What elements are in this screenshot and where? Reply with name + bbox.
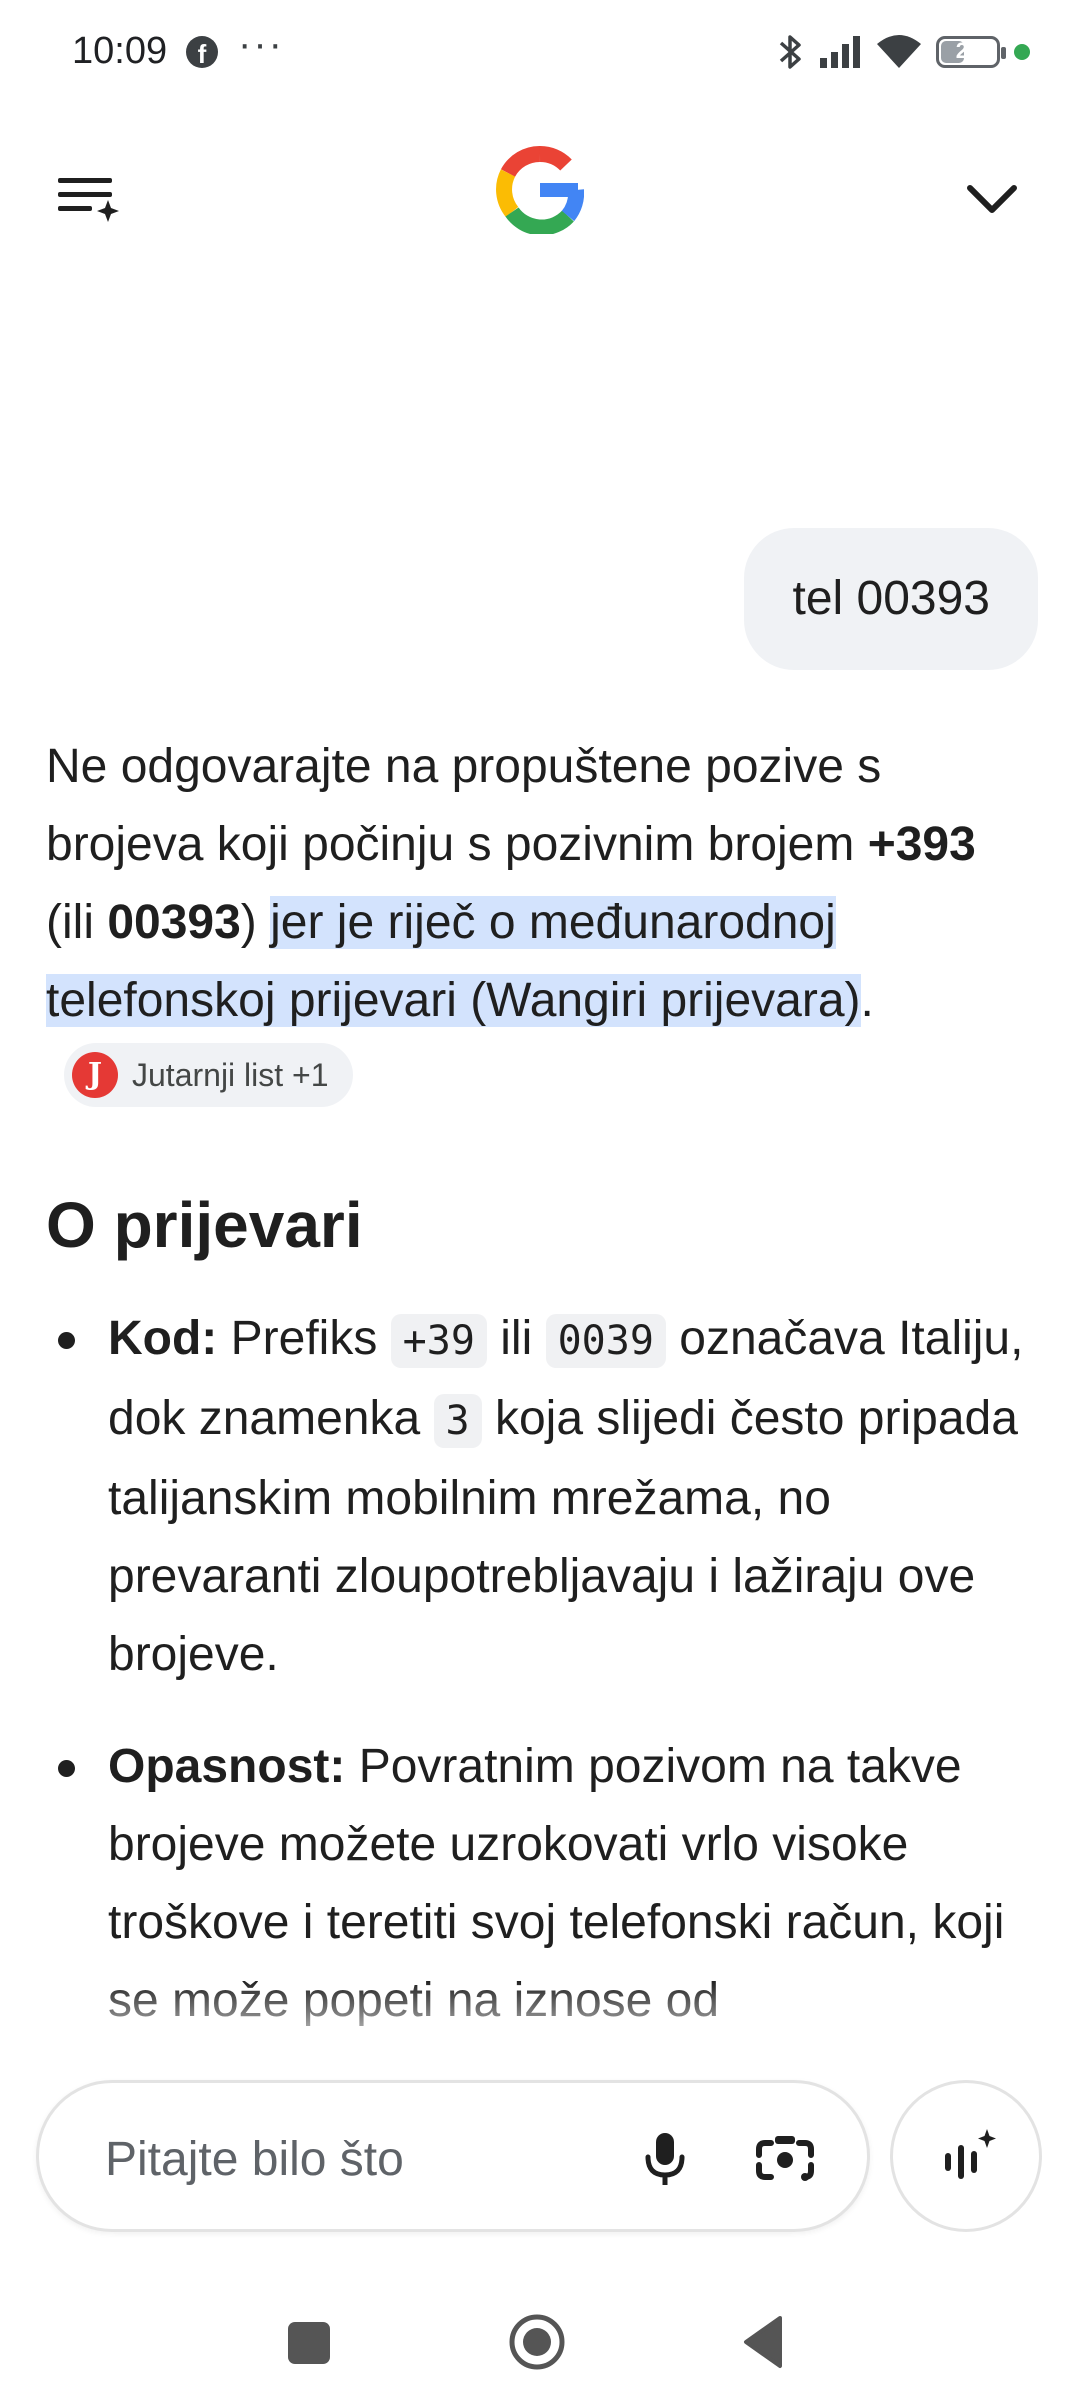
answer-bold-prefix: 00393 <box>107 896 241 949</box>
answer-text: Ne odgovarajte na propuštene pozive s br… <box>46 740 882 871</box>
recents-button[interactable] <box>288 2322 330 2364</box>
status-icons: 20 <box>778 30 1030 74</box>
signal-icon <box>820 36 860 68</box>
code-snippet: +39 <box>390 1314 487 1368</box>
code-snippet: 0039 <box>545 1314 666 1368</box>
chevron-down-icon[interactable] <box>956 162 1028 234</box>
bullet-label: Opasnost: <box>108 1740 346 1793</box>
home-button[interactable] <box>508 2313 566 2371</box>
google-g-logo <box>496 145 585 236</box>
notification-overflow: ··· <box>238 22 284 66</box>
answer-text: . <box>860 974 874 1027</box>
ai-answer: Ne odgovarajte na propuštene pozive s br… <box>46 728 1036 1118</box>
answer-bold-prefix: +393 <box>867 818 976 871</box>
bullet-text: Prefiks <box>217 1312 391 1365</box>
live-waveform-icon <box>945 2129 996 2179</box>
privacy-indicator-dot <box>1014 44 1030 60</box>
mic-icon[interactable] <box>629 2123 701 2195</box>
battery-icon: 20 <box>936 36 1006 68</box>
ask-input-bar <box>36 2080 870 2232</box>
bullet-dot <box>58 1332 75 1349</box>
system-nav-bar <box>0 2280 1080 2400</box>
battery-level: 20 <box>955 38 981 63</box>
ask-input[interactable] <box>103 2123 587 2195</box>
bullet-label: Kod: <box>108 1312 218 1365</box>
wifi-icon <box>877 35 921 68</box>
status-bar: 10:09 f ··· 20 <box>0 0 1080 105</box>
source-chip-label: Jutarnji list +1 <box>132 1057 329 1094</box>
bullet-text: ili <box>486 1312 546 1365</box>
answer-text: ) <box>240 896 271 949</box>
live-voice-button[interactable] <box>890 2080 1042 2232</box>
camera-lens-icon[interactable] <box>749 2123 821 2195</box>
bluetooth-icon <box>779 35 801 69</box>
app-bar <box>0 130 1080 250</box>
user-query-bubble: tel 00393 <box>744 528 1038 670</box>
bullet-list: Kod: Prefiks +39 ili 0039 označava Itali… <box>46 1300 1036 2074</box>
facebook-icon: f <box>186 36 218 69</box>
bullet-dot <box>58 1760 75 1777</box>
source-chip[interactable]: J Jutarnji list +1 <box>64 1043 353 1108</box>
jutarnji-list-logo-icon: J <box>72 1052 118 1099</box>
answer-text: (ili <box>46 896 108 949</box>
back-button[interactable] <box>740 2312 784 2372</box>
list-item: Kod: Prefiks +39 ili 0039 označava Itali… <box>46 1300 1036 1694</box>
code-snippet: 3 <box>433 1394 482 1448</box>
history-menu-icon[interactable] <box>52 160 124 232</box>
scroll-fade <box>0 1980 1080 2060</box>
section-heading: O prijevari <box>46 1189 363 1261</box>
status-time: 10:09 <box>72 30 168 72</box>
